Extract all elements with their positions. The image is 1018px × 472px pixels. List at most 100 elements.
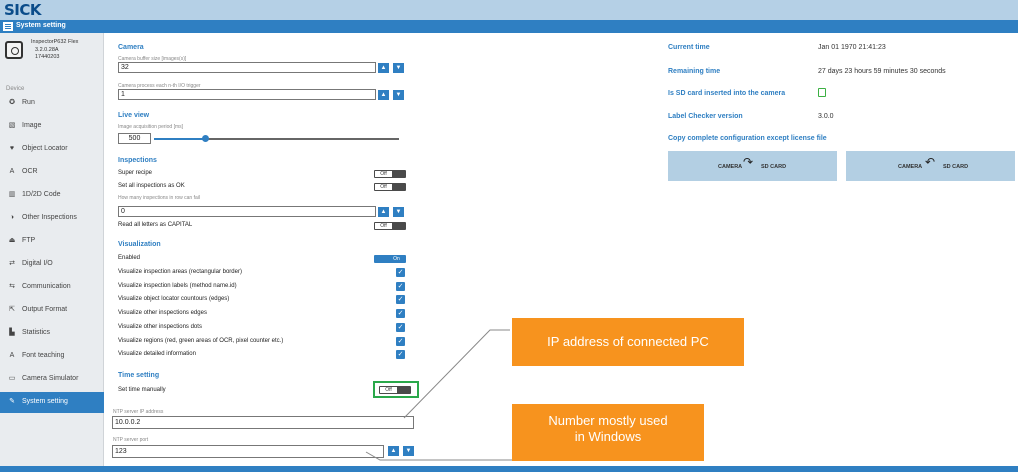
visualization-option-label: Visualize object locator countours (edge… bbox=[118, 296, 230, 303]
visualization-option-label: Visualize other inspections edges bbox=[118, 310, 207, 317]
visualization-option-checkbox[interactable]: ✓ bbox=[396, 268, 405, 277]
fail-count-input[interactable]: 0 bbox=[118, 206, 376, 217]
camera-buffer-down-button[interactable]: ▼ bbox=[393, 63, 404, 73]
super-recipe-label: Super recipe bbox=[118, 170, 153, 176]
sidebar-item-label: OCR bbox=[22, 168, 38, 175]
acquisition-period-input[interactable]: 500 bbox=[118, 133, 151, 144]
device-version: 3.2.0.28A bbox=[35, 47, 59, 53]
digital-io-icon: ⇄ bbox=[9, 260, 15, 267]
statistics-icon: ▙ bbox=[9, 329, 15, 336]
acquisition-period-slider-thumb[interactable] bbox=[202, 135, 209, 142]
sidebar-item-communication[interactable]: ⇆ Communication bbox=[0, 277, 104, 298]
sidebar-item-label: Communication bbox=[22, 283, 71, 290]
visualization-section-title: Visualization bbox=[118, 241, 161, 248]
bottom-border bbox=[0, 466, 1018, 472]
live-view-section-title: Live view bbox=[118, 112, 150, 119]
capital-letters-toggle-state: Off bbox=[375, 223, 392, 229]
sidebar-item-system-setting[interactable]: ✎ System setting bbox=[0, 392, 104, 413]
sidebar-item-1d-2d-code[interactable]: ▥ 1D/2D Code bbox=[0, 185, 104, 206]
image-icon: ▧ bbox=[8, 122, 16, 129]
sidebar-item-digital-i-o[interactable]: ⇄ Digital I/O bbox=[0, 254, 104, 275]
camera-process-down-button[interactable]: ▼ bbox=[393, 90, 404, 100]
sidebar-item-label: Font teaching bbox=[22, 352, 65, 359]
set-all-ok-toggle-state: Off bbox=[375, 184, 392, 190]
ntp-ip-input[interactable]: 10.0.0.2 bbox=[112, 416, 414, 429]
current-time-label: Current time bbox=[668, 44, 710, 51]
copy-camera-to-sd-button[interactable]: CAMERA ↷ SD CARD bbox=[668, 151, 837, 181]
sick-logo: SICK bbox=[4, 1, 42, 19]
rotate-right-arrow-icon: ↷ bbox=[743, 155, 754, 169]
camera-process-up-button[interactable]: ▲ bbox=[378, 90, 389, 100]
ntp-port-down-button[interactable]: ▼ bbox=[403, 446, 414, 456]
sidebar-item-camera-simulator[interactable]: ▭ Camera Simulator bbox=[0, 369, 104, 390]
camera-device-icon bbox=[5, 41, 23, 59]
visualization-option-label: Visualize regions (red, green areas of O… bbox=[118, 337, 284, 344]
hamburger-menu-icon[interactable] bbox=[3, 22, 13, 31]
rotate-left-arrow-icon: ↶ bbox=[925, 155, 936, 169]
visualization-enabled-toggle[interactable]: On bbox=[374, 255, 406, 263]
super-recipe-toggle-state: Off bbox=[375, 171, 392, 177]
sidebar-item-ftp[interactable]: ⏏ FTP bbox=[0, 231, 104, 252]
label-checker-version-label: Label Checker version bbox=[668, 113, 743, 120]
sidebar-item-label: Camera Simulator bbox=[22, 375, 79, 382]
set-time-manually-toggle-state: Off bbox=[380, 387, 397, 393]
sidebar: InspectorP632 Flex 3.2.0.28A 17440203 De… bbox=[0, 33, 104, 472]
camera-simulator-icon: ▭ bbox=[8, 375, 16, 382]
fail-count-label: How many inspections in row can fail bbox=[118, 195, 200, 201]
visualization-option-checkbox[interactable]: ✓ bbox=[396, 336, 405, 346]
set-time-manually-label: Set time manually bbox=[118, 387, 166, 393]
ntp-port-input[interactable]: 123 bbox=[112, 445, 384, 458]
sidebar-section-label: Device bbox=[6, 86, 25, 92]
port-callout-line-1: Number mostly used bbox=[548, 413, 668, 428]
sidebar-item-label: Other Inspections bbox=[22, 214, 77, 221]
sidebar-item-image[interactable]: ▧ Image bbox=[0, 116, 104, 137]
copy-sd-to-camera-button[interactable]: CAMERA ↶ SD CARD bbox=[846, 151, 1015, 181]
remaining-time-value: 27 days 23 hours 59 minutes 30 seconds bbox=[818, 68, 946, 75]
sidebar-item-ocr[interactable]: A OCR bbox=[0, 162, 104, 183]
visualization-option-checkbox[interactable]: ✓ bbox=[396, 322, 405, 332]
sidebar-item-other-inspections[interactable]: ◑ Other Inspections bbox=[0, 208, 104, 229]
visualization-option-label: Visualize other inspections dots bbox=[118, 323, 202, 330]
visualization-option-label: Visualize inspection areas (rectangular … bbox=[118, 269, 242, 275]
visualization-enabled-label: Enabled bbox=[118, 255, 141, 261]
visualization-option-label: Visualize inspection labels (method name… bbox=[118, 282, 237, 289]
camera-buffer-input[interactable]: 32 bbox=[118, 62, 376, 73]
copy-from-sd-to-label: SD CARD bbox=[943, 164, 969, 170]
sd-card-label: Is SD card inserted into the camera bbox=[668, 90, 786, 97]
sidebar-item-label: FTP bbox=[22, 237, 36, 244]
sidebar-item-label: Output Format bbox=[22, 306, 68, 313]
run-icon: ✪ bbox=[9, 99, 15, 106]
copy-from-sd-from-label: CAMERA bbox=[898, 164, 923, 170]
acquisition-period-label: Image acquisition period [ms] bbox=[118, 124, 184, 130]
sidebar-item-object-locator[interactable]: ♥ Object Locator bbox=[0, 139, 104, 160]
set-all-ok-toggle[interactable]: Off bbox=[374, 183, 406, 191]
visualization-option-checkbox[interactable]: ✓ bbox=[396, 350, 405, 360]
set-time-manually-toggle[interactable]: Off bbox=[379, 386, 411, 394]
super-recipe-toggle[interactable]: Off bbox=[374, 170, 406, 178]
sidebar-item-label: Statistics bbox=[22, 329, 51, 336]
ntp-port-up-button[interactable]: ▲ bbox=[388, 446, 399, 456]
acquisition-period-slider-fill bbox=[154, 138, 206, 140]
camera-process-input[interactable]: 1 bbox=[118, 89, 376, 100]
sidebar-item-label: Digital I/O bbox=[22, 260, 53, 267]
visualization-option-checkbox[interactable]: ✓ bbox=[396, 295, 405, 305]
sidebar-item-statistics[interactable]: ▙ Statistics bbox=[0, 323, 104, 344]
fail-count-down-button[interactable]: ▼ bbox=[393, 207, 404, 217]
visualization-option-checkbox[interactable]: ✓ bbox=[396, 309, 405, 319]
copy-to-sd-from-label: CAMERA bbox=[718, 164, 743, 170]
ntp-ip-label: NTP server IP address bbox=[113, 409, 164, 415]
capital-letters-toggle[interactable]: Off bbox=[374, 222, 406, 230]
sidebar-item-font-teaching[interactable]: A Font teaching bbox=[0, 346, 104, 367]
device-serial: 17440203 bbox=[35, 54, 60, 60]
sidebar-item-output-format[interactable]: ⇱ Output Format bbox=[0, 300, 104, 321]
barcode-icon: ▥ bbox=[8, 191, 16, 198]
top-header-bar: SICK bbox=[0, 0, 1018, 20]
fail-count-up-button[interactable]: ▲ bbox=[378, 207, 389, 217]
camera-buffer-up-button[interactable]: ▲ bbox=[378, 63, 389, 73]
output-format-icon: ⇱ bbox=[9, 306, 15, 313]
font-teaching-icon: A bbox=[9, 352, 15, 359]
object-locator-icon: ♥ bbox=[9, 145, 15, 152]
visualization-option-checkbox[interactable]: ✓ bbox=[396, 281, 405, 291]
sidebar-item-run[interactable]: ✪ Run bbox=[0, 93, 104, 114]
communication-icon: ⇆ bbox=[9, 283, 15, 290]
